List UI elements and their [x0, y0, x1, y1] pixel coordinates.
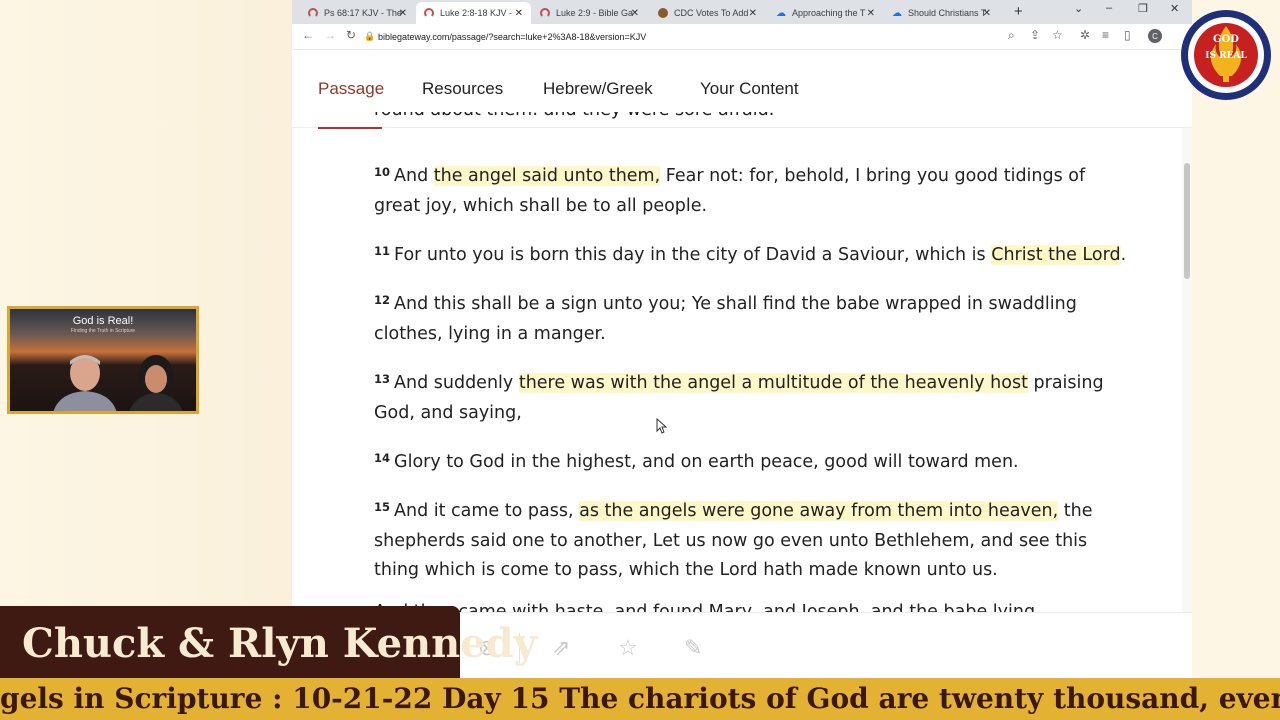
- lock-icon: 🔒: [364, 31, 376, 41]
- nav-hebrew-greek[interactable]: Hebrew/Greek: [543, 79, 653, 99]
- verse-number: 10: [374, 165, 391, 179]
- reading-list-icon[interactable]: ≡: [1102, 28, 1109, 42]
- news-favicon-icon: [658, 8, 668, 18]
- bookmark-star-icon[interactable]: ☆: [1052, 28, 1063, 42]
- close-icon[interactable]: ✕: [399, 8, 407, 19]
- share-icon[interactable]: ⇪: [1030, 28, 1040, 42]
- mouse-cursor-icon: [656, 418, 668, 434]
- active-nav-underline: [318, 127, 382, 129]
- church-logo-image: GOD IS REAL: [1181, 10, 1271, 100]
- logo-text: GOD: [1213, 34, 1239, 45]
- minimize-icon[interactable]: –: [1106, 2, 1112, 14]
- forward-icon[interactable]: →: [324, 28, 336, 42]
- partial-verse-top: round about them: and they were sore afr…: [374, 112, 974, 136]
- tab-approaching[interactable]: ☁ Approaching the T ✕: [768, 2, 883, 24]
- close-icon[interactable]: ✕: [749, 8, 757, 19]
- verse-13: 13 And suddenly there was with the angel …: [374, 372, 1104, 423]
- biblegateway-favicon-icon: [540, 8, 550, 18]
- tab-search-icon[interactable]: ⌄: [1074, 2, 1083, 15]
- stream-background-right: [1192, 0, 1280, 720]
- biblegateway-favicon-icon: [424, 8, 434, 18]
- cloud-favicon-icon: ☁: [776, 7, 786, 19]
- close-icon[interactable]: ✕: [515, 8, 523, 19]
- webcam-subtitle: Finding the Truth in Scripture: [70, 328, 136, 334]
- reload-icon[interactable]: ↻: [346, 28, 356, 42]
- profile-avatar[interactable]: C: [1148, 29, 1162, 43]
- close-icon[interactable]: ✕: [867, 8, 875, 19]
- share-out-icon[interactable]: ⇗: [552, 635, 570, 661]
- verse-14: 14 Glory to God in the highest, and on ea…: [374, 451, 1019, 472]
- webcam-title: God is Real!: [72, 315, 134, 327]
- ticker-text: gels in Scripture : 10-21-22 Day 15 The …: [0, 682, 1280, 715]
- tab-luke-2-9[interactable]: Luke 2:9 - Bible Ga ✕: [532, 2, 647, 24]
- verse-number: 13: [374, 372, 391, 386]
- verse-11: 11 For unto you is born this day in the c…: [374, 244, 1127, 265]
- star-icon[interactable]: ☆: [618, 635, 638, 661]
- edit-note-icon[interactable]: ✎: [684, 635, 702, 661]
- highlight: the angel said unto them,: [433, 166, 661, 186]
- verse-15: 15 And it came to pass, as the angels wer…: [374, 500, 1093, 580]
- highlight: Christ the Lord: [991, 245, 1121, 265]
- person-man-image: [53, 355, 117, 411]
- scrollbar-thumb[interactable]: [1184, 163, 1190, 279]
- highlight: there was with the angel a multitude of …: [518, 373, 1028, 393]
- verse-10: 10 And the angel said unto them, Fear not…: [374, 165, 1086, 216]
- webcam-overlay: God is Real! Finding the Truth in Script…: [7, 306, 199, 414]
- close-icon[interactable]: ✕: [983, 8, 991, 19]
- tab-cdc-votes[interactable]: CDC Votes To Add ✕: [650, 2, 765, 24]
- nav-passage[interactable]: Passage: [318, 79, 384, 99]
- highlight: as the angels were gone away from them i…: [579, 501, 1059, 521]
- side-panel-icon[interactable]: ▯: [1124, 28, 1131, 42]
- extensions-icon[interactable]: ✲: [1080, 28, 1090, 42]
- new-tab-icon[interactable]: +: [1014, 3, 1023, 20]
- close-icon[interactable]: ✕: [631, 8, 639, 19]
- nav-your-content[interactable]: Your Content: [700, 79, 799, 99]
- zoom-icon[interactable]: ⌕: [1008, 28, 1015, 43]
- browser-window: Ps 68:17 KJV - The ✕ Luke 2:8-18 KJV - ✕…: [292, 0, 1192, 680]
- presenter-names: Chuck & Rlyn Kennedy: [22, 620, 537, 667]
- tab-should-christians[interactable]: ☁ Should Christians T ✕: [884, 2, 999, 24]
- scrolling-ticker: gels in Scripture : 10-21-22 Day 15 The …: [0, 678, 1280, 720]
- restore-icon[interactable]: ❐: [1138, 2, 1148, 15]
- name-lower-third: Chuck & Rlyn Kennedy: [0, 606, 537, 678]
- url-text: biblegateway.com/passage/?search=luke+2%…: [378, 32, 647, 42]
- tab-ps-68[interactable]: Ps 68:17 KJV - The ✕: [300, 2, 415, 24]
- logo-text: IS REAL: [1205, 51, 1247, 61]
- verse-12: 12 And this shall be a sign unto you; Ye …: [374, 293, 1077, 344]
- tab-strip: Ps 68:17 KJV - The ✕ Luke 2:8-18 KJV - ✕…: [292, 0, 1192, 24]
- address-bar[interactable]: 🔒 biblegateway.com/passage/?search=luke+…: [364, 27, 984, 47]
- verse-number: 11: [374, 244, 391, 258]
- biblegateway-favicon-icon: [308, 8, 318, 18]
- person-woman-image: [129, 355, 183, 411]
- tab-luke-2-8[interactable]: Luke 2:8-18 KJV - ✕: [416, 2, 531, 24]
- browser-toolbar: ← → ↻ 🔒 biblegateway.com/passage/?search…: [292, 24, 1192, 50]
- verse-number: 14: [374, 451, 391, 465]
- verse-number: 15: [374, 500, 391, 514]
- back-icon[interactable]: ←: [302, 28, 314, 42]
- verse-number: 12: [374, 293, 391, 307]
- nav-resources[interactable]: Resources: [422, 79, 503, 99]
- cloud-favicon-icon: ☁: [892, 7, 902, 19]
